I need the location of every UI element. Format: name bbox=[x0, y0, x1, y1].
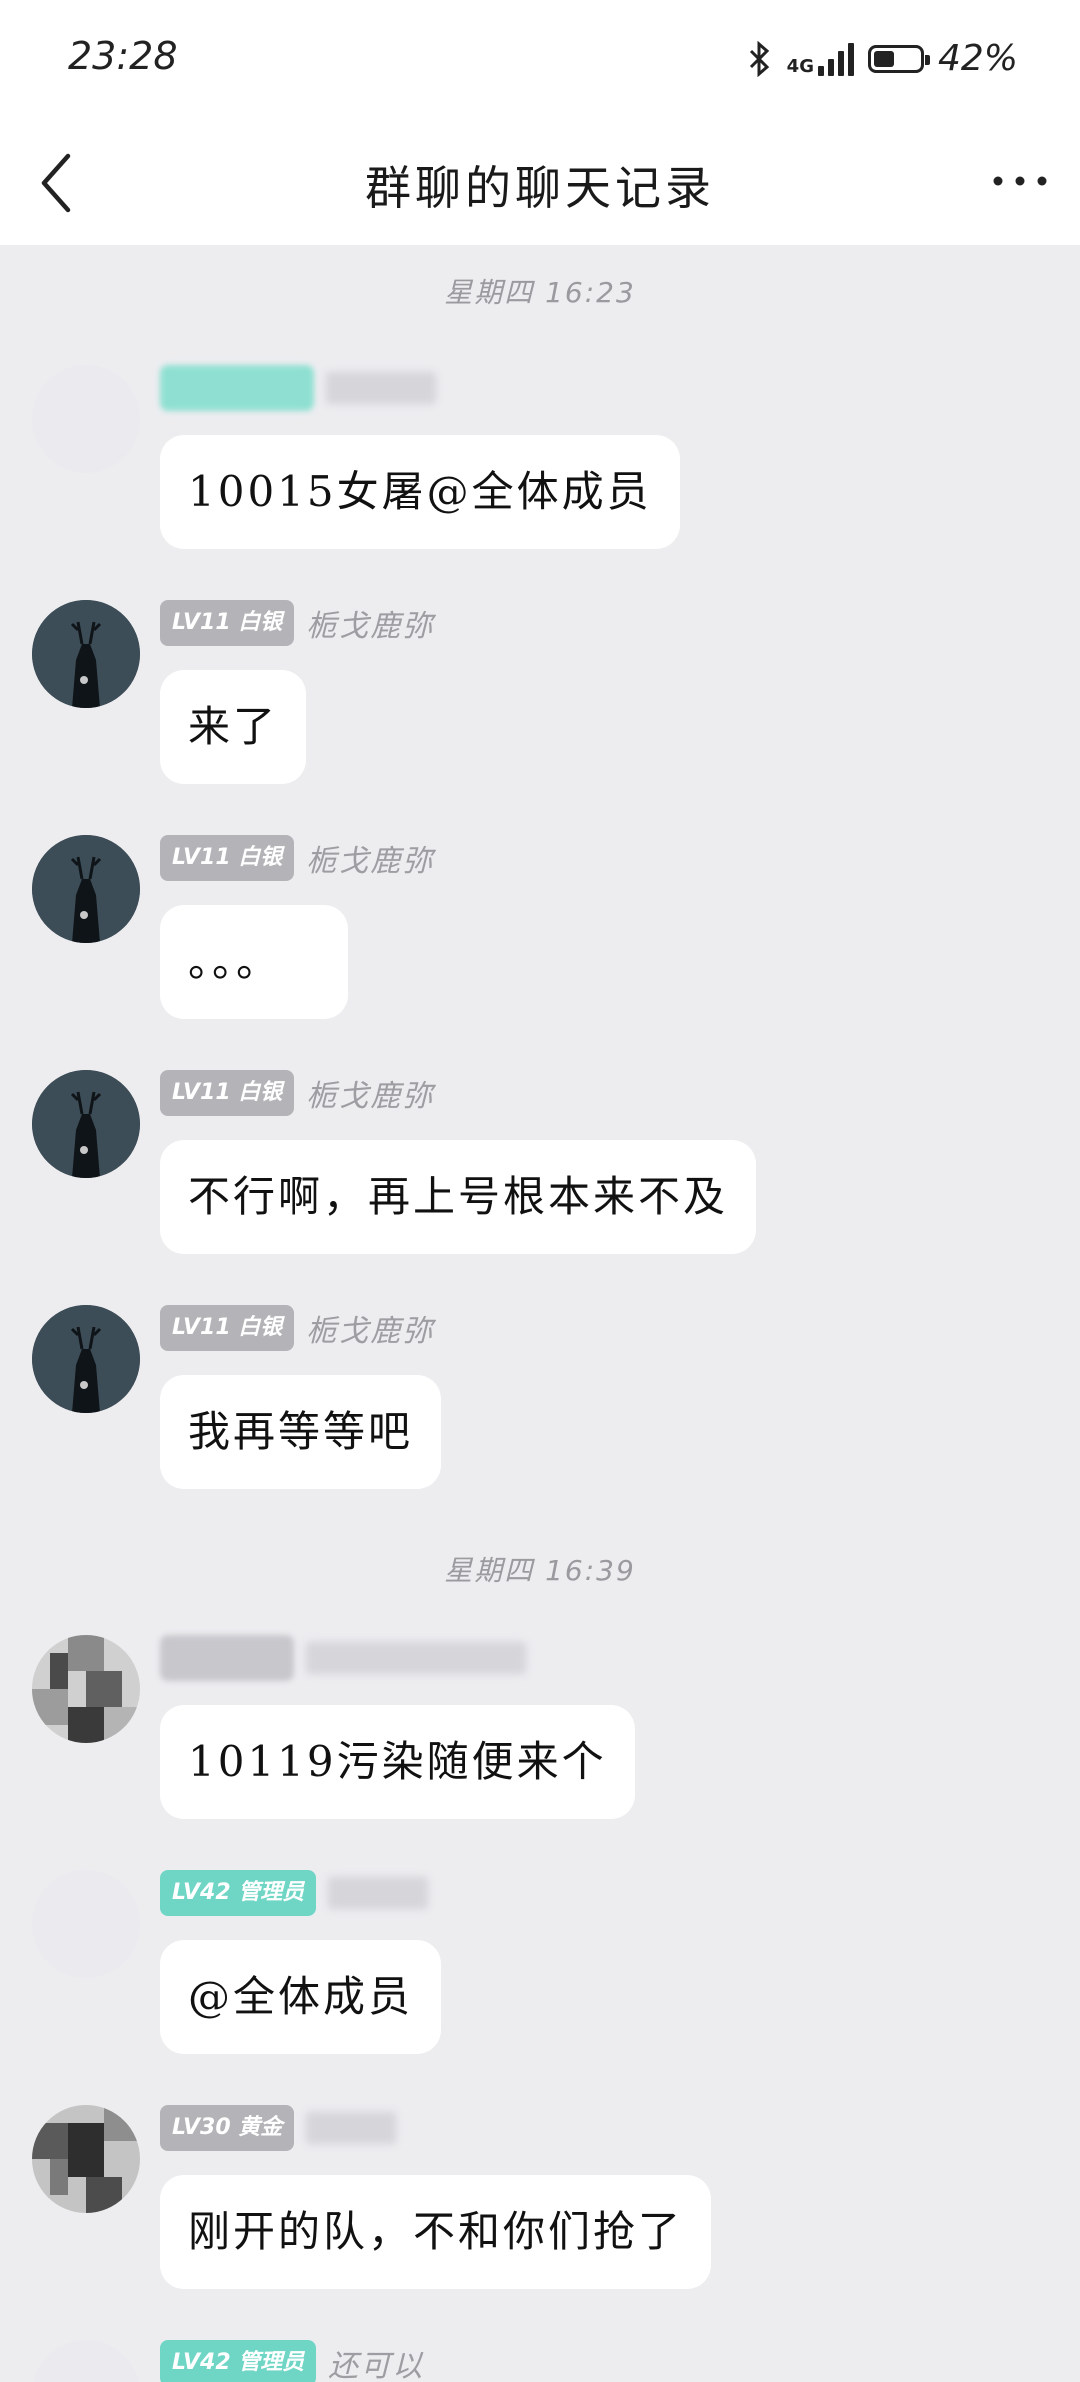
sender-name-redacted bbox=[306, 2112, 397, 2144]
sender-name[interactable]: 还可以 bbox=[328, 2341, 424, 2382]
message-bubble[interactable]: 10015女屠@全体成员 bbox=[160, 435, 680, 549]
more-icon[interactable] bbox=[988, 166, 1052, 196]
sender-meta: LV11 白银 栀戈鹿弥 bbox=[160, 835, 434, 881]
sender-meta: LV11 白银 栀戈鹿弥 bbox=[160, 1305, 434, 1351]
pixelated-avatar-icon bbox=[32, 1635, 140, 1743]
status-bar: 23:28 4G 42% bbox=[0, 0, 1080, 120]
message-bubble[interactable]: 刚开的队，不和你们抢了 bbox=[160, 2175, 712, 2289]
avatar[interactable] bbox=[32, 1305, 140, 1413]
pixelated-avatar-icon bbox=[32, 2105, 140, 2213]
deer-avatar-icon bbox=[32, 600, 140, 708]
avatar[interactable] bbox=[32, 1070, 140, 1178]
chat-history[interactable]: 星期四 16:23 10015女屠@全体成员 LV11 白银 栀戈鹿弥 来了 L… bbox=[0, 245, 1080, 2382]
sender-meta bbox=[160, 1635, 526, 1681]
sender-name-redacted bbox=[328, 1877, 429, 1909]
battery-icon bbox=[867, 44, 930, 73]
sender-meta: LV11 白银 栀戈鹿弥 bbox=[160, 1070, 434, 1116]
sender-name[interactable]: 栀戈鹿弥 bbox=[306, 1306, 434, 1350]
deer-avatar-icon bbox=[32, 835, 140, 943]
sender-name[interactable]: 栀戈鹿弥 bbox=[306, 836, 434, 880]
sender-meta bbox=[160, 365, 436, 411]
sender-name[interactable]: 栀戈鹿弥 bbox=[306, 601, 434, 645]
level-badge bbox=[160, 1635, 294, 1681]
sender-meta: LV42 管理员 还可以 bbox=[160, 2340, 424, 2382]
level-badge: LV42 管理员 bbox=[160, 2340, 317, 2382]
avatar[interactable] bbox=[32, 2105, 140, 2213]
sender-name[interactable]: 栀戈鹿弥 bbox=[306, 1071, 434, 1115]
message-bubble[interactable]: 不行啊，再上号根本来不及 bbox=[160, 1140, 757, 1254]
timestamp: 星期四 16:23 bbox=[444, 276, 636, 309]
level-badge: LV11 白银 bbox=[160, 1305, 295, 1351]
status-icons: 4G 42% bbox=[747, 38, 1018, 79]
avatar[interactable] bbox=[32, 1635, 140, 1743]
message-bubble[interactable]: 10119污染随便来个 bbox=[160, 1705, 635, 1819]
avatar[interactable] bbox=[32, 365, 140, 473]
sender-meta: LV30 黄金 bbox=[160, 2105, 397, 2151]
sender-name-redacted bbox=[326, 372, 436, 404]
level-badge: LV11 白银 bbox=[160, 835, 295, 881]
avatar[interactable] bbox=[32, 2340, 140, 2382]
deer-avatar-icon bbox=[32, 1305, 140, 1413]
timestamp: 星期四 16:39 bbox=[444, 1554, 636, 1587]
network-type: 4G bbox=[786, 55, 814, 77]
nav-bar: 群聊的聊天记录 bbox=[0, 120, 1080, 245]
level-badge bbox=[160, 365, 314, 411]
sender-meta: LV42 管理员 bbox=[160, 1870, 429, 1916]
signal-icon: 4G bbox=[787, 42, 854, 76]
sender-meta: LV11 白银 栀戈鹿弥 bbox=[160, 600, 434, 646]
page-title: 群聊的聊天记录 bbox=[365, 161, 715, 215]
message-bubble[interactable]: 我再等等吧 bbox=[160, 1375, 442, 1489]
level-badge: LV11 白银 bbox=[160, 1070, 295, 1116]
status-time: 23:28 bbox=[68, 34, 178, 78]
bluetooth-icon bbox=[749, 40, 769, 77]
sender-name-redacted bbox=[306, 1642, 526, 1674]
battery-percent: 42% bbox=[937, 38, 1018, 79]
level-badge: LV11 白银 bbox=[160, 600, 295, 646]
deer-avatar-icon bbox=[32, 1070, 140, 1178]
avatar[interactable] bbox=[32, 835, 140, 943]
message-bubble[interactable]: 来了 bbox=[160, 670, 307, 784]
avatar[interactable] bbox=[32, 600, 140, 708]
message-bubble[interactable]: @全体成员 bbox=[160, 1940, 442, 2054]
avatar[interactable] bbox=[32, 1870, 140, 1978]
level-badge: LV30 黄金 bbox=[160, 2105, 295, 2151]
message-bubble[interactable]: 。。。 bbox=[160, 905, 348, 1019]
level-badge: LV42 管理员 bbox=[160, 1870, 317, 1916]
